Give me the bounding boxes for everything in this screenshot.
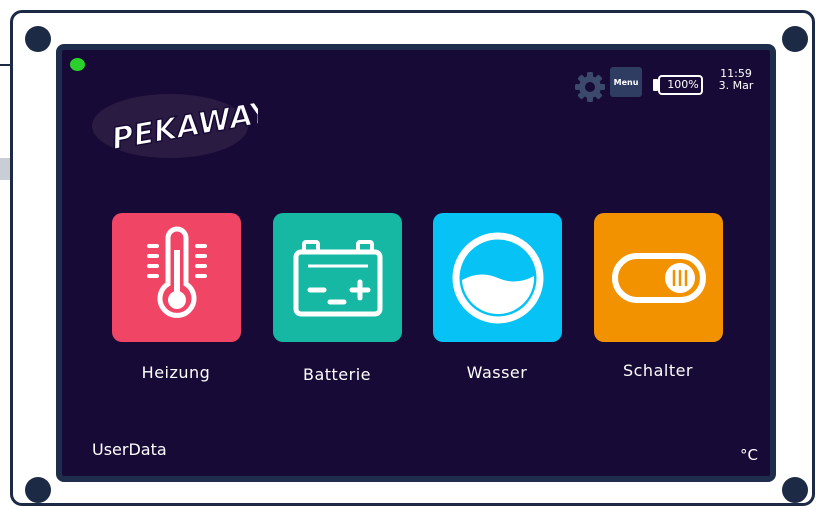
status-led — [70, 58, 85, 71]
date-text: 3. Mar — [718, 79, 754, 92]
screw-bottom-left — [25, 477, 51, 503]
side-tab — [0, 158, 10, 180]
menu-button[interactable]: Menu — [610, 67, 642, 97]
batterie-tile[interactable] — [273, 213, 402, 342]
userdata-label[interactable]: UserData — [92, 440, 167, 459]
brand-logo: PEKAWAY — [92, 94, 258, 158]
toggle-switch-icon — [611, 252, 706, 303]
screw-bottom-right — [782, 477, 808, 503]
clock: 11:59 3. Mar — [708, 68, 764, 92]
car-battery-icon — [293, 239, 382, 316]
wasser-tile[interactable] — [433, 213, 562, 342]
screw-top-right — [782, 26, 808, 52]
wasser-label: Wasser — [466, 363, 528, 382]
screw-top-left — [25, 26, 51, 52]
temperature-unit: °C — [740, 446, 758, 464]
schalter-tile[interactable] — [594, 213, 723, 342]
thermometer-icon — [146, 226, 207, 318]
heizung-tile[interactable] — [112, 213, 241, 342]
gear-icon[interactable] — [574, 71, 606, 103]
heizung-label: Heizung — [141, 363, 211, 382]
battery-percentage: 100% — [667, 78, 699, 91]
display-screen: PEKAWAY Menu 100% 11:59 3. Mar Heizung B… — [56, 44, 776, 482]
schalter-label: Schalter — [622, 361, 694, 380]
batterie-label: Batterie — [302, 365, 372, 384]
water-tank-icon — [452, 232, 543, 323]
